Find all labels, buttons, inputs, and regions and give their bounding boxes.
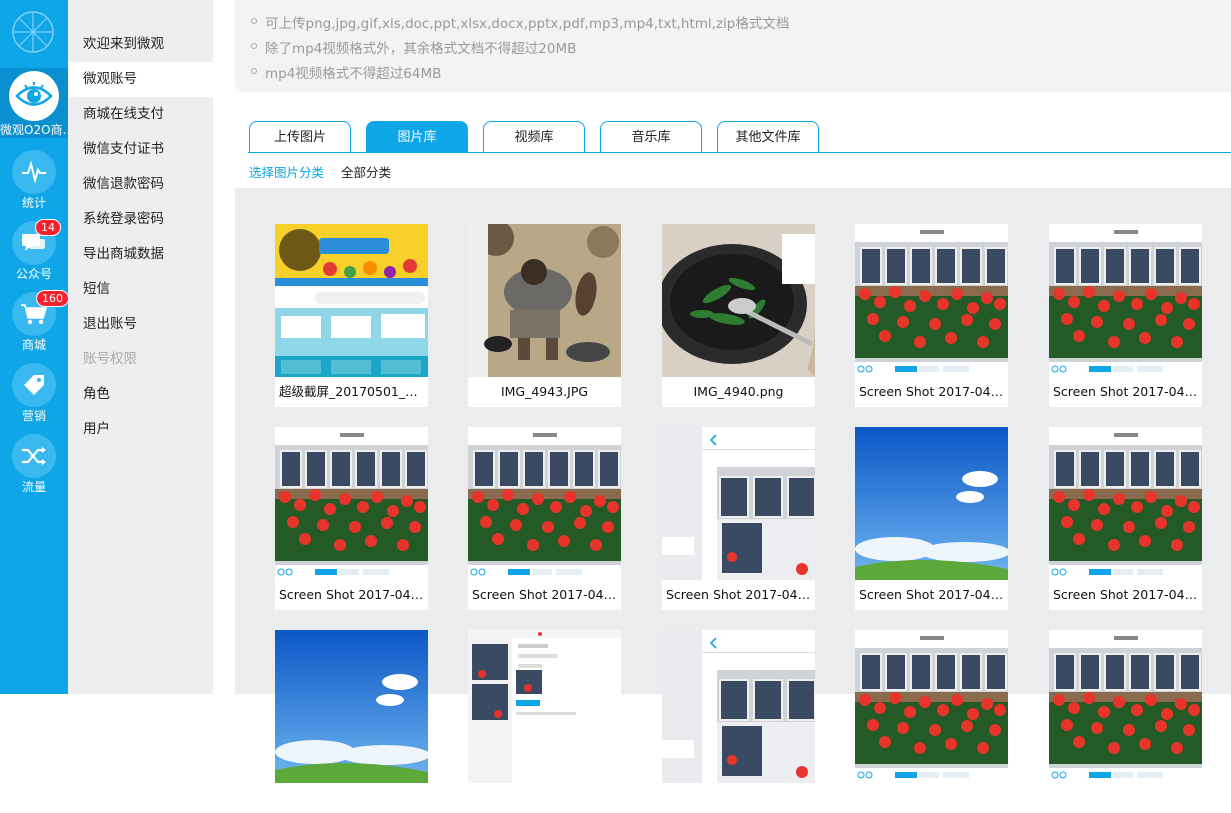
image-thumbnail bbox=[1049, 427, 1202, 580]
menu-item[interactable]: 系统登录密码 bbox=[68, 202, 213, 237]
image-filename: Screen Shot 2017-04-... bbox=[859, 384, 1007, 399]
image-card[interactable] bbox=[468, 630, 621, 813]
image-thumbnail bbox=[662, 224, 815, 377]
tag-icon bbox=[12, 363, 56, 407]
upload-notice: 可上传png,jpg,gif,xls,doc,ppt,xlsx,docx,ppt… bbox=[235, 0, 1231, 92]
menu-item[interactable]: 微信退款密码 bbox=[68, 167, 213, 202]
image-filename: Screen Shot 2017-04-... bbox=[859, 587, 1007, 602]
rail-label: 公众号 bbox=[15, 267, 52, 281]
eye-icon bbox=[9, 71, 59, 121]
tab-1[interactable]: 图片库 bbox=[366, 121, 468, 153]
notification-badge: 160 bbox=[36, 290, 69, 307]
tab-3[interactable]: 音乐库 bbox=[600, 121, 702, 153]
shuffle-icon bbox=[12, 434, 56, 478]
menu-item[interactable]: 导出商城数据 bbox=[68, 237, 213, 272]
image-filename bbox=[662, 783, 815, 813]
notice-item: 除了mp4视频格式外，其余格式文档不得超过20MB bbox=[250, 37, 576, 57]
image-filename bbox=[275, 783, 428, 813]
tab-0[interactable]: 上传图片 bbox=[249, 121, 351, 153]
image-thumbnail bbox=[468, 427, 621, 580]
tab-4[interactable]: 其他文件库 bbox=[717, 121, 819, 153]
menu-item[interactable]: 微观账号 bbox=[68, 62, 213, 97]
image-card[interactable] bbox=[275, 630, 428, 813]
image-filename: IMG_4943.JPG bbox=[500, 384, 589, 399]
menu-group-heading: 账号权限 bbox=[83, 351, 137, 367]
image-thumbnail bbox=[1049, 224, 1202, 377]
notice-item: mp4视频格式不得超过64MB bbox=[250, 62, 441, 82]
image-card[interactable]: IMG_4940.png bbox=[662, 224, 815, 407]
rail-label: 流量 bbox=[21, 480, 46, 494]
tab-2[interactable]: 视频库 bbox=[483, 121, 585, 153]
image-filename: Screen Shot 2017-04-... bbox=[472, 587, 620, 602]
image-thumbnail bbox=[468, 224, 621, 377]
image-card[interactable]: Screen Shot 2017-04-... bbox=[1049, 427, 1202, 610]
rail-item-1[interactable]: 统计 bbox=[0, 145, 68, 215]
sub-menu: 欢迎来到微观 微观账号 商城在线支付 微信支付证书 微信退款密码 系统登录密码 导出商城数据… bbox=[68, 0, 213, 694]
rail-label: 商城 bbox=[21, 338, 46, 352]
image-thumbnail bbox=[275, 224, 428, 377]
image-thumbnail bbox=[662, 427, 815, 580]
image-filename: Screen Shot 2017-04-... bbox=[279, 587, 427, 602]
image-filename: 超级截屏_20170501_1... bbox=[279, 384, 425, 399]
menu-item[interactable]: 用户 bbox=[68, 412, 213, 447]
logo-icon bbox=[12, 11, 54, 53]
rail-item-5[interactable]: 流量 bbox=[0, 429, 68, 499]
image-card[interactable]: 超级截屏_20170501_1... bbox=[275, 224, 428, 407]
rail-item-2[interactable]: 公众号 14 bbox=[0, 216, 68, 286]
image-thumbnail bbox=[275, 427, 428, 580]
menu-item[interactable]: 角色 bbox=[68, 377, 213, 412]
image-card[interactable]: Screen Shot 2017-04-... bbox=[855, 224, 1008, 407]
image-thumbnail bbox=[855, 630, 1008, 783]
image-filename bbox=[855, 783, 1008, 813]
image-card[interactable] bbox=[1049, 630, 1202, 813]
image-card[interactable]: Screen Shot 2017-04-... bbox=[275, 427, 428, 610]
image-thumbnail bbox=[275, 630, 428, 783]
rail-label: 微观O2O商... bbox=[0, 123, 68, 137]
icon-rail: 微观O2O商... 统计公众号 14 商城 160 营销流量 bbox=[0, 0, 69, 694]
image-gallery: 超级截屏_20170501_1... IMG_4943.JPG IMG_4940.p… bbox=[235, 188, 1231, 813]
image-thumbnail bbox=[1049, 630, 1202, 783]
menu-item[interactable]: 退出账号 bbox=[68, 307, 213, 342]
tab-divider bbox=[248, 152, 1231, 153]
main-panel: 可上传png,jpg,gif,xls,doc,ppt,xlsx,docx,ppt… bbox=[213, 0, 1231, 813]
menu-item[interactable]: 微信支付证书 bbox=[68, 132, 213, 167]
category-label: 选择图片分类 bbox=[249, 165, 325, 180]
image-filename bbox=[468, 783, 621, 813]
image-card[interactable]: Screen Shot 2017-04-... bbox=[1049, 224, 1202, 407]
pulse-icon bbox=[12, 150, 56, 194]
rail-label: 统计 bbox=[21, 196, 46, 210]
menu-item[interactable]: 商城在线支付 bbox=[68, 97, 213, 132]
image-filename: Screen Shot 2017-04-... bbox=[1053, 384, 1201, 399]
menu-item[interactable]: 短信 bbox=[68, 272, 213, 307]
image-filename: Screen Shot 2017-04-... bbox=[1053, 587, 1201, 602]
rail-label: 营销 bbox=[21, 409, 46, 423]
image-filename bbox=[1049, 783, 1202, 813]
image-card[interactable] bbox=[662, 630, 815, 813]
image-filename: IMG_4940.png bbox=[693, 384, 784, 399]
image-thumbnail bbox=[855, 224, 1008, 377]
image-thumbnail bbox=[468, 630, 621, 783]
rail-item-3[interactable]: 商城 160 bbox=[0, 287, 69, 357]
image-card[interactable]: Screen Shot 2017-04-... bbox=[468, 427, 621, 610]
rail-item-4[interactable]: 营销 bbox=[0, 358, 68, 428]
image-thumbnail bbox=[855, 427, 1008, 580]
image-card[interactable]: Screen Shot 2017-04-... bbox=[855, 427, 1008, 610]
image-card[interactable] bbox=[855, 630, 1008, 813]
rail-item-0[interactable]: 微观O2O商... bbox=[0, 68, 68, 138]
category-all[interactable]: 全部分类 bbox=[341, 162, 391, 181]
image-filename: Screen Shot 2017-04-... bbox=[666, 587, 814, 602]
image-card[interactable]: Screen Shot 2017-04-... bbox=[662, 427, 815, 610]
menu-item[interactable]: 欢迎来到微观 bbox=[68, 27, 213, 62]
notice-item: 可上传png,jpg,gif,xls,doc,ppt,xlsx,docx,ppt… bbox=[250, 12, 789, 32]
image-thumbnail bbox=[662, 630, 815, 783]
notification-badge: 14 bbox=[35, 219, 61, 236]
image-card[interactable]: IMG_4943.JPG bbox=[468, 224, 621, 407]
